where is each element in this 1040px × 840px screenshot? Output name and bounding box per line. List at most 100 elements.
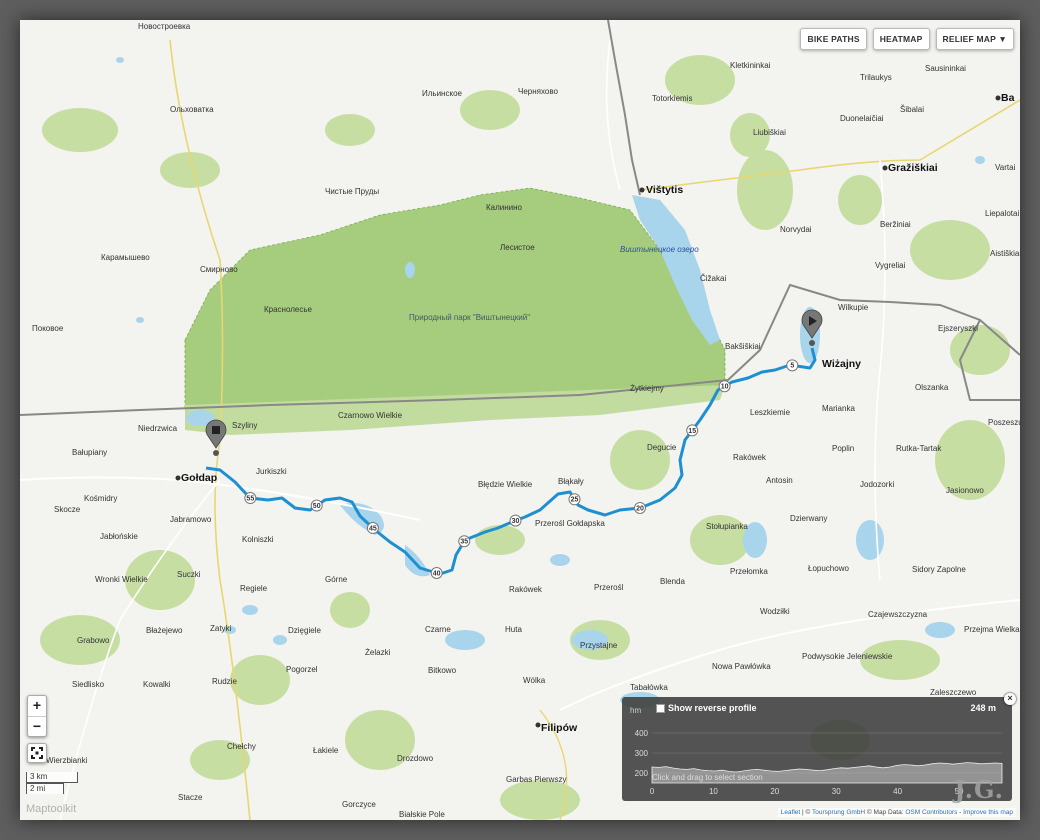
fullscreen-icon [31, 747, 43, 759]
place-label: Przerośl Gołdapska [535, 519, 605, 528]
place-label: Poszeszupie [988, 418, 1020, 427]
place-label: Aistiškiai [990, 249, 1020, 258]
place-label: Rakówek [509, 585, 543, 594]
km-marker-label: 10 [721, 384, 729, 391]
town-goldap: Gołdap [181, 472, 217, 484]
place-label: Jurkiszki [256, 467, 287, 476]
map-type-toolbar: BIKE PATHS HEATMAP RELIEF MAP ▼ [800, 28, 1014, 50]
signature: J.G. [954, 775, 1004, 804]
elevation-x-tick: 20 [770, 787, 779, 796]
place-label: Wierzbianki [46, 756, 88, 765]
place-label: Jabłońskie [100, 532, 138, 541]
zoom-in-button[interactable]: + [28, 696, 46, 716]
place-label: Wodziłki [760, 607, 790, 616]
place-label: Ильинское [422, 89, 463, 98]
place-label: Новостроевка [138, 22, 191, 31]
place-label: Лесистое [500, 243, 535, 252]
place-label: Łakiele [313, 746, 339, 755]
place-label: Bakšiškiai [725, 342, 761, 351]
bike-paths-button[interactable]: BIKE PATHS [800, 28, 867, 50]
km-marker-label: 20 [636, 505, 644, 512]
place-label: Wilkupie [838, 303, 869, 312]
place-label: Poplin [832, 444, 854, 453]
place-label: Ольховатка [170, 105, 214, 114]
relief-map-button[interactable]: RELIEF MAP ▼ [935, 28, 1014, 50]
place-label: Tabałówka [630, 683, 668, 692]
place-label: Antosin [766, 476, 793, 485]
scale-mi: 2 mi [26, 783, 64, 794]
place-label: Bitkowo [428, 666, 457, 675]
zoom-control: + − [27, 695, 47, 737]
place-label: Калинино [486, 203, 523, 212]
place-label: Liubiškiai [753, 128, 786, 137]
elevation-x-tick: 10 [709, 787, 718, 796]
map-frame[interactable]: 55 50 45 40 35 30 25 20 15 10 5 Gołdap Wiżajny Viš… [20, 20, 1020, 820]
zoom-out-button[interactable]: − [28, 716, 46, 736]
place-label: Rutka-Tartak [896, 444, 942, 453]
place-label: Смирново [200, 265, 238, 274]
town-filipow: Filipów [541, 722, 578, 734]
km-marker-label: 45 [369, 525, 377, 532]
place-label: Regiele [240, 584, 268, 593]
place-label: Dzięgiele [288, 626, 321, 635]
place-label: Pogorzel [286, 665, 318, 674]
place-label: Sausininkai [925, 64, 966, 73]
fullscreen-button[interactable] [27, 743, 47, 763]
leaflet-link[interactable]: Leaflet [781, 809, 801, 816]
place-label: Jasionowo [946, 486, 984, 495]
place-label: Čižakai [700, 274, 726, 283]
place-label: Drozdowo [397, 754, 434, 763]
place-label: Ejszeryszki [938, 324, 978, 333]
park-label: Природный парк "Виштынецкий" [409, 313, 530, 322]
place-label: Czarne [425, 625, 451, 634]
toursprung-link[interactable]: Toursprung GmbH [812, 809, 865, 816]
osm-link[interactable]: OSM Contributors [905, 809, 957, 816]
place-label: Gorczyce [342, 800, 376, 809]
place-label: Błąkały [558, 477, 584, 486]
place-label: Szyliny [232, 421, 257, 430]
place-label: Marianka [822, 404, 855, 413]
place-label: Kletkininkai [730, 61, 771, 70]
heatmap-button[interactable]: HEATMAP [872, 28, 930, 50]
place-label: Zatyki [210, 624, 232, 633]
map-credits: Leaflet | © Toursprung GmbH © Map Data: … [777, 808, 1016, 817]
place-label: Beržiniai [880, 220, 911, 229]
town-wizajny: Wiżajny [822, 358, 861, 370]
km-marker-label: 25 [571, 497, 579, 504]
place-label: Leszkiemie [750, 408, 791, 417]
km-marker-label: 40 [433, 570, 441, 577]
credits-text: | © [800, 809, 813, 816]
place-label: Norvydai [780, 225, 812, 234]
place-label: Wólka [523, 676, 546, 685]
place-label: Białskie Pole [399, 810, 445, 819]
maptoolkit-logo: Maptoolkit [26, 803, 77, 815]
place-label: Olszanka [915, 383, 949, 392]
place-label: Czajewszczyzna [868, 610, 928, 619]
elevation-x-tick: 30 [832, 787, 841, 796]
place-label: Jodozorki [860, 480, 894, 489]
place-label: Zaleszczewo [930, 688, 977, 697]
place-label: Górne [325, 575, 348, 584]
km-marker-label: 30 [512, 518, 520, 525]
place-label: Totorkiemis [652, 94, 692, 103]
place-label: Żytkiejmy [630, 384, 664, 393]
town-grazis: Gražiškiai [888, 162, 938, 174]
place-label: Przejma Wielka [964, 625, 1020, 634]
elevation-x-tick: 40 [893, 787, 902, 796]
place-label: Przerośl [594, 583, 624, 592]
improve-map-link[interactable]: Improve this map [963, 809, 1013, 816]
place-label: Siedlisko [72, 680, 105, 689]
place-label: Jabramowo [170, 515, 212, 524]
place-label: Żelazki [365, 648, 391, 657]
town-vistytis: Vištytis [646, 184, 683, 196]
place-label: Wronki Wielkie [95, 575, 148, 584]
place-label: Przełomka [730, 567, 768, 576]
place-label: Kowalki [143, 680, 171, 689]
place-label: Przystajne [580, 641, 618, 650]
place-label: Duonelaičiai [840, 114, 884, 123]
place-label: Blenda [660, 577, 685, 586]
km-marker-label: 35 [460, 539, 468, 546]
place-label: Niedrzwica [138, 424, 178, 433]
place-label: Liepalotai [985, 209, 1019, 218]
place-label: Degucie [647, 443, 677, 452]
